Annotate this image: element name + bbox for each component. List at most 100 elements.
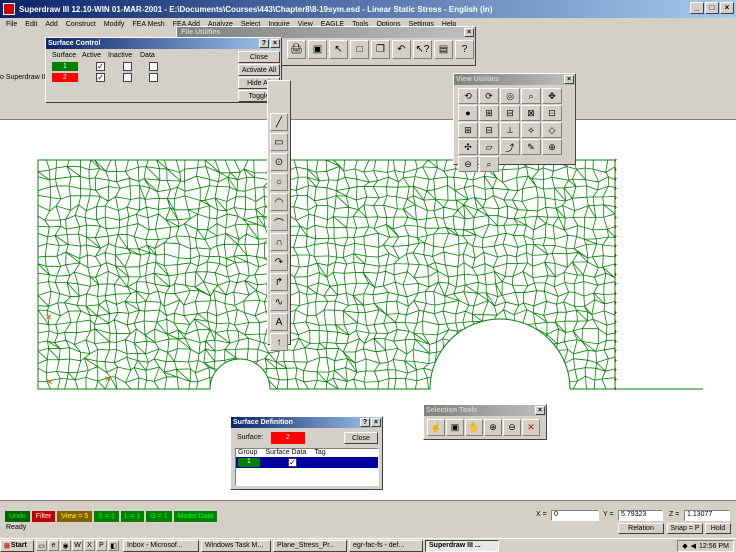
outlook-icon[interactable]: ◉ [60,540,71,551]
spline-icon[interactable]: ↷ [270,253,288,271]
shade-icon[interactable]: ● [458,105,478,121]
selection-tools-close-icon[interactable]: × [535,406,545,415]
rectangle-icon[interactable]: ▭ [270,133,288,151]
menu-modify[interactable]: Modify [100,21,129,28]
fillet-icon[interactable]: ↱ [270,273,288,291]
select-clear-icon[interactable]: ✕ [522,419,540,436]
surface-definition-row[interactable]: 1 ✓ [236,457,378,468]
help-pointer-icon[interactable]: ↖? [413,40,432,59]
side-view-icon[interactable]: ⊡ [542,105,562,121]
fit-icon[interactable]: ✣ [458,139,478,155]
axis-view-icon[interactable]: ⟂ [500,122,520,138]
active-checkbox[interactable]: ✓ [96,62,105,71]
point-icon[interactable]: ⊙ [270,153,288,171]
text-icon[interactable]: A [270,313,288,331]
square-icon[interactable]: □ [350,40,369,59]
line-icon[interactable]: ╱ [270,113,288,131]
rotate-x-icon[interactable]: ⟲ [458,88,478,104]
data-checkbox[interactable] [149,73,158,82]
relation-button[interactable]: Relation [618,523,664,534]
s-count-chip[interactable]: S = 1 [94,511,119,522]
mirror-view-icon[interactable]: ⟡ [521,122,541,138]
view-chip[interactable]: View = 5 [57,511,93,522]
zoom-all-icon[interactable]: ⌕ [479,156,499,172]
taskbar-task[interactable]: Plane_Stress_Pr... [273,539,347,552]
minimize-button[interactable]: _ [690,2,704,14]
menu-construct[interactable]: Construct [62,21,100,28]
select-lasso-icon[interactable]: ✋ [465,419,483,436]
surface-definition-close-icon[interactable]: × [371,418,381,427]
window-view-icon[interactable]: ▱ [479,139,499,155]
menu-edit[interactable]: Edit [21,21,41,28]
bottom-view-icon[interactable]: ⊞ [458,122,478,138]
powerpoint-icon[interactable]: P [96,540,107,551]
z-coordinate-field[interactable]: 1.13077 [684,510,730,521]
plot-icon[interactable]: ▣ [308,40,327,59]
y-coordinate-field[interactable]: 5.79323 [618,510,663,521]
taskbar-task[interactable]: Inbox - Microsof... [123,539,199,552]
pan-icon[interactable]: ✥ [542,88,562,104]
close-button[interactable]: × [720,2,734,14]
select-pointer-icon[interactable]: ☝ [427,419,445,436]
inactive-checkbox[interactable] [123,73,132,82]
measure-icon[interactable]: ✎ [521,139,541,155]
inactive-checkbox[interactable] [123,62,132,71]
top-view-icon[interactable]: ⊟ [500,105,520,121]
hold-button[interactable]: Hold [705,523,731,534]
pointer-icon[interactable]: ↖ [329,40,348,59]
back-view-icon[interactable]: ⊟ [479,122,499,138]
app-icon-2[interactable]: ◧ [108,540,119,551]
select-remove-icon[interactable]: ⊖ [503,419,521,436]
undo-icon[interactable]: ↶ [392,40,411,59]
surface-value[interactable]: 2 [271,432,305,444]
rotate-z-icon[interactable]: ◎ [500,88,520,104]
taskbar-task[interactable]: egr-fac-fs - def... [349,539,423,552]
start-button[interactable]: ⊞ Start [0,539,34,552]
active-checkbox[interactable]: ✓ [96,73,105,82]
front-view-icon[interactable]: ⊠ [521,105,541,121]
surface-definition-close-button[interactable]: Close [344,432,378,444]
file-utilities-close-button[interactable]: × [464,28,474,37]
taskbar-task[interactable]: Windows Task M... [201,539,271,552]
x-coordinate-field[interactable]: 0 [551,510,599,521]
menu-fea-mesh[interactable]: FEA Mesh [128,21,168,28]
menu-file[interactable]: File [2,21,21,28]
surface-data-checkbox[interactable]: ✓ [288,458,297,467]
print-icon[interactable]: 🖨 [287,40,306,59]
excel-icon[interactable]: X [84,540,95,551]
circle-icon[interactable]: ○ [270,173,288,191]
select-window-icon[interactable]: ▣ [446,419,464,436]
taskbar-task[interactable]: Superdraw III ... [425,539,499,552]
curve-icon[interactable]: ∿ [270,293,288,311]
l-count-chip[interactable]: L = 1 [120,511,145,522]
zoom-in-icon[interactable]: ⊕ [542,139,562,155]
surface-control-activate-all-button[interactable]: Activate All [238,64,280,76]
perspective-icon[interactable]: ◇ [542,122,562,138]
display-icon[interactable]: ▤ [434,40,453,59]
reset-icon[interactable]: ⤴ [500,139,520,155]
maximize-button[interactable]: □ [705,2,719,14]
zoom-out-icon[interactable]: ⊖ [458,156,478,172]
tray-icon[interactable]: ◆ [682,542,687,550]
surface-control-close-icon[interactable]: × [270,39,280,48]
arc-tangent-icon[interactable]: ⌒ [270,213,288,231]
iso-view-icon[interactable]: ⊞ [479,105,499,121]
snap-button[interactable]: Snap = P [667,523,703,534]
copy-icon[interactable]: ❐ [371,40,390,59]
help-icon[interactable]: ? [455,40,474,59]
filter-chip[interactable]: Filter [31,511,56,522]
browser-icon[interactable]: e [48,540,59,551]
arrow-icon[interactable]: ↑ [270,333,288,351]
view-utilities-close-icon[interactable]: × [564,75,574,84]
desktop-icon[interactable]: ▭ [36,540,47,551]
surface-definition-help-button[interactable]: ? [360,418,370,427]
select-add-icon[interactable]: ⊕ [484,419,502,436]
arc-3point-icon[interactable]: ∩ [270,233,288,251]
data-checkbox[interactable] [149,62,158,71]
arc-icon[interactable]: ◠ [270,193,288,211]
volume-icon[interactable]: ◀ [691,542,696,550]
undo-chip[interactable]: Undo [5,511,30,522]
rotate-y-icon[interactable]: ⟳ [479,88,499,104]
menu-add[interactable]: Add [41,21,61,28]
g-count-chip[interactable]: G = 1 [146,511,172,522]
